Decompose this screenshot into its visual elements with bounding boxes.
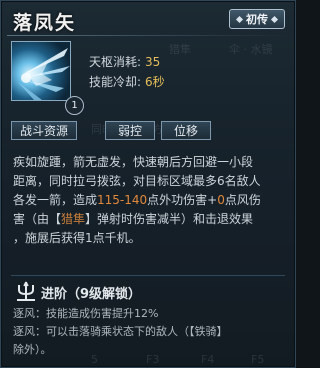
hawk-link[interactable]: 猎隼 (61, 212, 85, 226)
advance-item: 逐风：技能造成伤害提升12% (13, 307, 159, 320)
tag-soft-control: 弱控 (105, 121, 155, 140)
description-line: 疾如旋踵，箭无虚发，快速朝后方回避一小段 (13, 155, 254, 169)
skill-title: 落凤矢 (13, 12, 77, 34)
skill-tooltip: 猎隼 伞 · 水镜 距离 同时 后方 较 5 F3 F4 F5 落凤矢 初传 1… (0, 0, 296, 368)
description-line: ，施展后获得1点千机。 (13, 231, 141, 245)
tag-combat-resource: 战斗资源 (11, 121, 77, 140)
skill-level-badge: 1 (65, 96, 84, 115)
rank-badge-label: 初传 (246, 13, 268, 26)
tag-displacement: 位移 (161, 121, 211, 140)
stat-cooldown: 技能冷却: 6秒 (89, 73, 165, 90)
diamond-icon (270, 15, 279, 23)
bonus-damage: 0 (217, 193, 225, 207)
stat-cost-label: 天枢消耗: (89, 55, 142, 69)
bg-ghost-text: 伞 · 水镜 (229, 43, 273, 56)
advance-item: 逐风：可以击落骑乘状态下的敌人（【铁骑】 (13, 325, 228, 338)
stat-cooldown-value: 6秒 (145, 75, 165, 89)
description-line: 各发一箭，造成115-140点外功伤害+0点风伤 (13, 193, 261, 207)
rank-badge: 初传 (229, 9, 285, 29)
skill-description: 疾如旋踵，箭无虚发，快速朝后方回避一小段 距离，同时拉弓拨弦，对目标区域最多6名… (13, 153, 285, 248)
ice-arrow-skill-icon[interactable] (11, 41, 71, 101)
stat-cost-value: 35 (145, 55, 161, 69)
header-divider (7, 35, 289, 36)
description-line: 距离，同时拉弓拨弦，对目标区域最多6名敌人 (13, 174, 261, 188)
advance-item: 除外）。 (13, 343, 52, 356)
damage-range: 115-140 (97, 193, 148, 207)
bg-ghost-text: 猎隼 (169, 43, 191, 56)
trident-icon (17, 281, 35, 301)
diamond-icon (235, 15, 244, 23)
advance-title: 进阶（9级解锁） (41, 287, 142, 302)
section-divider (11, 275, 285, 276)
stat-cooldown-label: 技能冷却: (89, 75, 142, 89)
description-line: 害（由【猎隼】弹射时伤害减半）和击退效果 (13, 212, 254, 226)
stat-cost: 天枢消耗: 35 (89, 53, 160, 70)
